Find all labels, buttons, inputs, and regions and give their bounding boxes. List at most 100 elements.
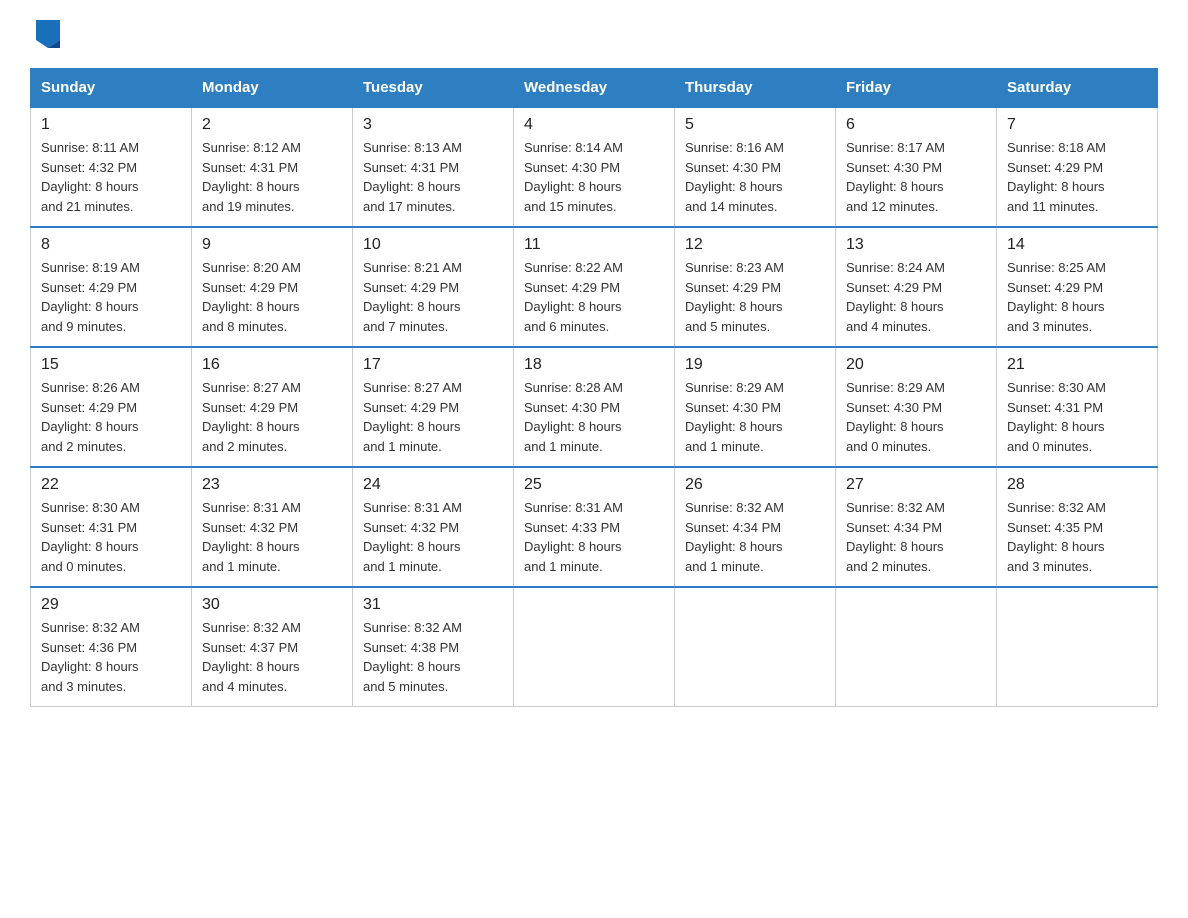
calendar-cell <box>675 587 836 707</box>
day-number: 8 <box>41 236 181 254</box>
calendar-cell <box>514 587 675 707</box>
day-info: Sunrise: 8:31 AM Sunset: 4:32 PM Dayligh… <box>202 498 342 576</box>
day-info: Sunrise: 8:29 AM Sunset: 4:30 PM Dayligh… <box>685 378 825 456</box>
day-info: Sunrise: 8:20 AM Sunset: 4:29 PM Dayligh… <box>202 258 342 336</box>
day-info: Sunrise: 8:32 AM Sunset: 4:34 PM Dayligh… <box>846 498 986 576</box>
day-number: 20 <box>846 356 986 374</box>
day-number: 3 <box>363 116 503 134</box>
day-info: Sunrise: 8:22 AM Sunset: 4:29 PM Dayligh… <box>524 258 664 336</box>
calendar-cell: 18 Sunrise: 8:28 AM Sunset: 4:30 PM Dayl… <box>514 347 675 467</box>
calendar-cell: 8 Sunrise: 8:19 AM Sunset: 4:29 PM Dayli… <box>31 227 192 347</box>
day-info: Sunrise: 8:16 AM Sunset: 4:30 PM Dayligh… <box>685 138 825 216</box>
calendar-cell <box>997 587 1158 707</box>
calendar-cell: 14 Sunrise: 8:25 AM Sunset: 4:29 PM Dayl… <box>997 227 1158 347</box>
week-row-4: 22 Sunrise: 8:30 AM Sunset: 4:31 PM Dayl… <box>31 467 1158 587</box>
day-info: Sunrise: 8:13 AM Sunset: 4:31 PM Dayligh… <box>363 138 503 216</box>
calendar-cell: 11 Sunrise: 8:22 AM Sunset: 4:29 PM Dayl… <box>514 227 675 347</box>
day-number: 6 <box>846 116 986 134</box>
day-number: 31 <box>363 596 503 614</box>
calendar-cell: 16 Sunrise: 8:27 AM Sunset: 4:29 PM Dayl… <box>192 347 353 467</box>
day-info: Sunrise: 8:32 AM Sunset: 4:37 PM Dayligh… <box>202 618 342 696</box>
day-number: 29 <box>41 596 181 614</box>
header-monday: Monday <box>192 69 353 108</box>
calendar-cell: 15 Sunrise: 8:26 AM Sunset: 4:29 PM Dayl… <box>31 347 192 467</box>
day-info: Sunrise: 8:12 AM Sunset: 4:31 PM Dayligh… <box>202 138 342 216</box>
calendar-cell: 5 Sunrise: 8:16 AM Sunset: 4:30 PM Dayli… <box>675 107 836 227</box>
day-info: Sunrise: 8:14 AM Sunset: 4:30 PM Dayligh… <box>524 138 664 216</box>
day-info: Sunrise: 8:32 AM Sunset: 4:35 PM Dayligh… <box>1007 498 1147 576</box>
calendar-cell: 9 Sunrise: 8:20 AM Sunset: 4:29 PM Dayli… <box>192 227 353 347</box>
day-number: 26 <box>685 476 825 494</box>
calendar-table: SundayMondayTuesdayWednesdayThursdayFrid… <box>30 68 1158 707</box>
day-number: 9 <box>202 236 342 254</box>
header-friday: Friday <box>836 69 997 108</box>
calendar-cell: 27 Sunrise: 8:32 AM Sunset: 4:34 PM Dayl… <box>836 467 997 587</box>
day-number: 27 <box>846 476 986 494</box>
calendar-cell: 23 Sunrise: 8:31 AM Sunset: 4:32 PM Dayl… <box>192 467 353 587</box>
header-tuesday: Tuesday <box>353 69 514 108</box>
day-info: Sunrise: 8:26 AM Sunset: 4:29 PM Dayligh… <box>41 378 181 456</box>
day-number: 11 <box>524 236 664 254</box>
day-info: Sunrise: 8:24 AM Sunset: 4:29 PM Dayligh… <box>846 258 986 336</box>
day-info: Sunrise: 8:31 AM Sunset: 4:32 PM Dayligh… <box>363 498 503 576</box>
week-row-2: 8 Sunrise: 8:19 AM Sunset: 4:29 PM Dayli… <box>31 227 1158 347</box>
day-number: 13 <box>846 236 986 254</box>
calendar-cell: 6 Sunrise: 8:17 AM Sunset: 4:30 PM Dayli… <box>836 107 997 227</box>
day-info: Sunrise: 8:30 AM Sunset: 4:31 PM Dayligh… <box>41 498 181 576</box>
day-number: 18 <box>524 356 664 374</box>
header-wednesday: Wednesday <box>514 69 675 108</box>
page-header <box>30 20 1158 48</box>
day-number: 25 <box>524 476 664 494</box>
calendar-cell: 13 Sunrise: 8:24 AM Sunset: 4:29 PM Dayl… <box>836 227 997 347</box>
day-number: 14 <box>1007 236 1147 254</box>
calendar-cell: 17 Sunrise: 8:27 AM Sunset: 4:29 PM Dayl… <box>353 347 514 467</box>
day-info: Sunrise: 8:29 AM Sunset: 4:30 PM Dayligh… <box>846 378 986 456</box>
header-sunday: Sunday <box>31 69 192 108</box>
day-info: Sunrise: 8:27 AM Sunset: 4:29 PM Dayligh… <box>363 378 503 456</box>
calendar-cell: 31 Sunrise: 8:32 AM Sunset: 4:38 PM Dayl… <box>353 587 514 707</box>
calendar-cell: 12 Sunrise: 8:23 AM Sunset: 4:29 PM Dayl… <box>675 227 836 347</box>
calendar-cell: 20 Sunrise: 8:29 AM Sunset: 4:30 PM Dayl… <box>836 347 997 467</box>
day-info: Sunrise: 8:32 AM Sunset: 4:34 PM Dayligh… <box>685 498 825 576</box>
day-info: Sunrise: 8:11 AM Sunset: 4:32 PM Dayligh… <box>41 138 181 216</box>
day-number: 1 <box>41 116 181 134</box>
calendar-cell: 4 Sunrise: 8:14 AM Sunset: 4:30 PM Dayli… <box>514 107 675 227</box>
logo <box>30 20 64 48</box>
day-number: 22 <box>41 476 181 494</box>
week-row-1: 1 Sunrise: 8:11 AM Sunset: 4:32 PM Dayli… <box>31 107 1158 227</box>
calendar-cell: 21 Sunrise: 8:30 AM Sunset: 4:31 PM Dayl… <box>997 347 1158 467</box>
day-number: 19 <box>685 356 825 374</box>
header-saturday: Saturday <box>997 69 1158 108</box>
calendar-cell: 28 Sunrise: 8:32 AM Sunset: 4:35 PM Dayl… <box>997 467 1158 587</box>
day-number: 16 <box>202 356 342 374</box>
day-number: 21 <box>1007 356 1147 374</box>
day-info: Sunrise: 8:25 AM Sunset: 4:29 PM Dayligh… <box>1007 258 1147 336</box>
day-info: Sunrise: 8:30 AM Sunset: 4:31 PM Dayligh… <box>1007 378 1147 456</box>
day-info: Sunrise: 8:17 AM Sunset: 4:30 PM Dayligh… <box>846 138 986 216</box>
calendar-cell: 30 Sunrise: 8:32 AM Sunset: 4:37 PM Dayl… <box>192 587 353 707</box>
calendar-cell: 1 Sunrise: 8:11 AM Sunset: 4:32 PM Dayli… <box>31 107 192 227</box>
day-info: Sunrise: 8:18 AM Sunset: 4:29 PM Dayligh… <box>1007 138 1147 216</box>
day-info: Sunrise: 8:32 AM Sunset: 4:36 PM Dayligh… <box>41 618 181 696</box>
day-number: 28 <box>1007 476 1147 494</box>
calendar-cell: 26 Sunrise: 8:32 AM Sunset: 4:34 PM Dayl… <box>675 467 836 587</box>
day-headers-row: SundayMondayTuesdayWednesdayThursdayFrid… <box>31 69 1158 108</box>
day-info: Sunrise: 8:31 AM Sunset: 4:33 PM Dayligh… <box>524 498 664 576</box>
calendar-cell: 22 Sunrise: 8:30 AM Sunset: 4:31 PM Dayl… <box>31 467 192 587</box>
day-number: 7 <box>1007 116 1147 134</box>
day-info: Sunrise: 8:28 AM Sunset: 4:30 PM Dayligh… <box>524 378 664 456</box>
day-number: 10 <box>363 236 503 254</box>
day-number: 5 <box>685 116 825 134</box>
logo-icon <box>36 20 60 48</box>
calendar-cell: 7 Sunrise: 8:18 AM Sunset: 4:29 PM Dayli… <box>997 107 1158 227</box>
day-number: 30 <box>202 596 342 614</box>
calendar-cell: 10 Sunrise: 8:21 AM Sunset: 4:29 PM Dayl… <box>353 227 514 347</box>
day-number: 4 <box>524 116 664 134</box>
day-info: Sunrise: 8:23 AM Sunset: 4:29 PM Dayligh… <box>685 258 825 336</box>
day-info: Sunrise: 8:19 AM Sunset: 4:29 PM Dayligh… <box>41 258 181 336</box>
day-info: Sunrise: 8:21 AM Sunset: 4:29 PM Dayligh… <box>363 258 503 336</box>
day-info: Sunrise: 8:27 AM Sunset: 4:29 PM Dayligh… <box>202 378 342 456</box>
calendar-cell: 24 Sunrise: 8:31 AM Sunset: 4:32 PM Dayl… <box>353 467 514 587</box>
day-number: 2 <box>202 116 342 134</box>
day-number: 23 <box>202 476 342 494</box>
